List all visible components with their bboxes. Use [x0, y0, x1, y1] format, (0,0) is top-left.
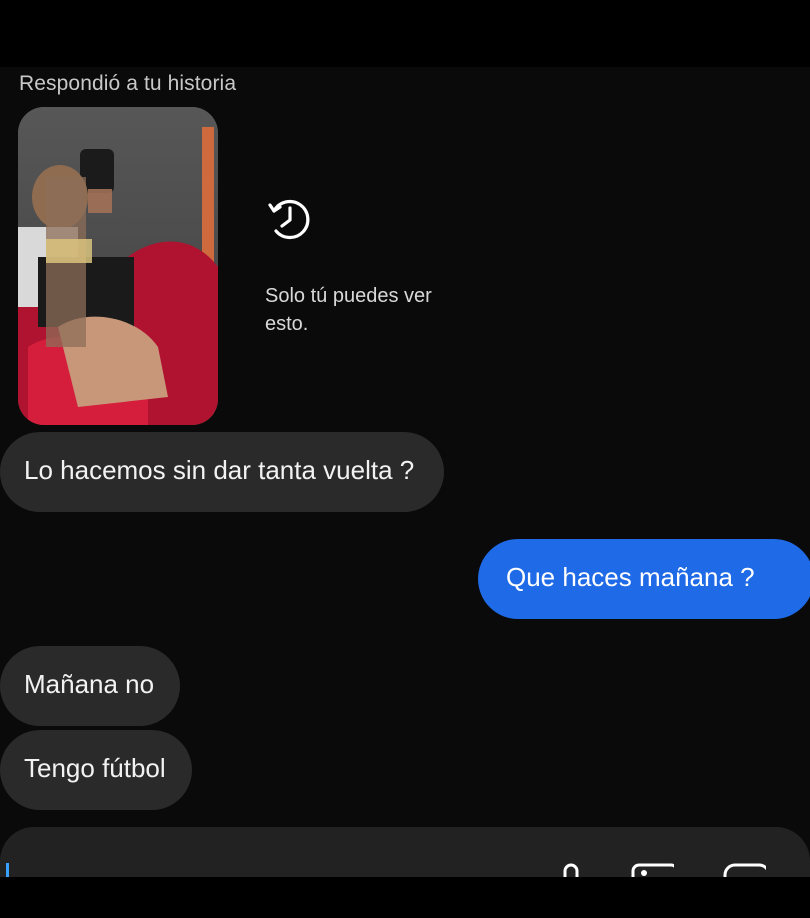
incoming-message[interactable]: Lo hacemos sin dar tanta vuelta ?: [0, 432, 445, 512]
top-bar: [0, 0, 810, 67]
outgoing-message[interactable]: Que haces mañana ?: [478, 539, 810, 619]
story-reply-caption: Respondió a tu historia: [19, 72, 237, 95]
incoming-message[interactable]: Mañana no: [0, 646, 181, 726]
message-composer[interactable]: [0, 827, 810, 877]
gallery-icon[interactable]: [630, 855, 674, 877]
history-icon: [268, 199, 310, 240]
chat-thread: Respondió a tu historia Solo tú puedes v…: [0, 67, 810, 877]
sticker-icon[interactable]: [722, 855, 766, 877]
incoming-message[interactable]: Tengo fútbol: [0, 730, 192, 810]
text-cursor: [6, 863, 9, 877]
story-privacy-note: Solo tú puedes ver esto.: [265, 285, 432, 335]
story-preview[interactable]: [18, 107, 218, 425]
microphone-icon[interactable]: [551, 855, 595, 877]
bottom-bar: [0, 877, 810, 918]
story-image: [18, 107, 218, 425]
